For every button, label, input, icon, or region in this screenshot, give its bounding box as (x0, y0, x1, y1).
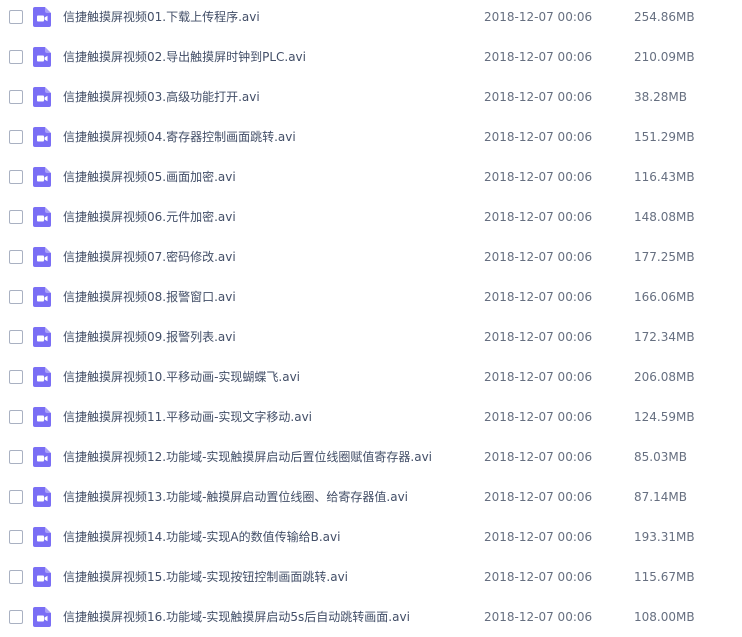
video-file-icon (33, 7, 51, 27)
file-row[interactable]: 信捷触摸屏视频12.功能域-实现触摸屏启动后置位线圈赋值寄存器.avi 2018-… (0, 437, 742, 477)
file-size: 210.09MB (634, 50, 695, 64)
video-file-icon (33, 487, 51, 507)
video-file-icon (33, 607, 51, 627)
file-name-link[interactable]: 信捷触摸屏视频12.功能域-实现触摸屏启动后置位线圈赋值寄存器.avi (63, 450, 432, 464)
file-modified-date: 2018-12-07 00:06 (484, 610, 593, 624)
file-modified-date: 2018-12-07 00:06 (484, 570, 593, 584)
video-file-icon (33, 367, 51, 387)
video-file-icon (33, 167, 51, 187)
file-row[interactable]: 信捷触摸屏视频04.寄存器控制画面跳转.avi 2018-12-07 00:06 1… (0, 117, 742, 157)
row-checkbox[interactable] (9, 530, 23, 544)
file-name-link[interactable]: 信捷触摸屏视频10.平移动画-实现蝴蝶飞.avi (63, 370, 300, 384)
file-row[interactable]: 信捷触摸屏视频02.导出触摸屏时钟到PLC.avi 2018-12-07 00:0… (0, 37, 742, 77)
row-checkbox[interactable] (9, 10, 23, 24)
video-file-icon (33, 447, 51, 467)
video-file-icon (33, 527, 51, 547)
file-row[interactable]: 信捷触摸屏视频01.下载上传程序.avi 2018-12-07 00:06 254.… (0, 0, 742, 37)
file-size: 87.14MB (634, 490, 687, 504)
file-name-link[interactable]: 信捷触摸屏视频08.报警窗口.avi (63, 290, 236, 304)
file-size: 172.34MB (634, 330, 695, 344)
file-list: 信捷触摸屏视频01.下载上传程序.avi 2018-12-07 00:06 254.… (0, 0, 742, 631)
file-modified-date: 2018-12-07 00:06 (484, 210, 593, 224)
file-row[interactable]: 信捷触摸屏视频09.报警列表.avi 2018-12-07 00:06 172.34… (0, 317, 742, 357)
file-row[interactable]: 信捷触摸屏视频08.报警窗口.avi 2018-12-07 00:06 166.06… (0, 277, 742, 317)
file-row[interactable]: 信捷触摸屏视频07.密码修改.avi 2018-12-07 00:06 177.25… (0, 237, 742, 277)
file-modified-date: 2018-12-07 00:06 (484, 130, 593, 144)
file-size: 206.08MB (634, 370, 695, 384)
row-checkbox[interactable] (9, 450, 23, 464)
file-size: 193.31MB (634, 530, 695, 544)
file-size: 115.67MB (634, 570, 695, 584)
file-size: 166.06MB (634, 290, 695, 304)
video-file-icon (33, 407, 51, 427)
file-row[interactable]: 信捷触摸屏视频05.画面加密.avi 2018-12-07 00:06 116.43… (0, 157, 742, 197)
file-name-link[interactable]: 信捷触摸屏视频16.功能域-实现触摸屏启动5s后自动跳转画面.avi (63, 610, 410, 624)
video-file-icon (33, 47, 51, 67)
file-name-link[interactable]: 信捷触摸屏视频03.高级功能打开.avi (63, 90, 260, 104)
file-size: 254.86MB (634, 10, 695, 24)
file-modified-date: 2018-12-07 00:06 (484, 90, 593, 104)
file-size: 85.03MB (634, 450, 687, 464)
file-size: 148.08MB (634, 210, 695, 224)
row-checkbox[interactable] (9, 250, 23, 264)
file-name-link[interactable]: 信捷触摸屏视频05.画面加密.avi (63, 170, 236, 184)
row-checkbox[interactable] (9, 290, 23, 304)
file-modified-date: 2018-12-07 00:06 (484, 410, 593, 424)
file-size: 38.28MB (634, 90, 687, 104)
file-modified-date: 2018-12-07 00:06 (484, 10, 593, 24)
file-name-link[interactable]: 信捷触摸屏视频01.下载上传程序.avi (63, 10, 260, 24)
file-row[interactable]: 信捷触摸屏视频06.元件加密.avi 2018-12-07 00:06 148.08… (0, 197, 742, 237)
file-row[interactable]: 信捷触摸屏视频16.功能域-实现触摸屏启动5s后自动跳转画面.avi 2018-1… (0, 597, 742, 637)
row-checkbox[interactable] (9, 210, 23, 224)
file-row[interactable]: 信捷触摸屏视频03.高级功能打开.avi 2018-12-07 00:06 38.2… (0, 77, 742, 117)
file-size: 116.43MB (634, 170, 695, 184)
file-modified-date: 2018-12-07 00:06 (484, 50, 593, 64)
file-modified-date: 2018-12-07 00:06 (484, 370, 593, 384)
file-modified-date: 2018-12-07 00:06 (484, 250, 593, 264)
row-checkbox[interactable] (9, 50, 23, 64)
file-modified-date: 2018-12-07 00:06 (484, 170, 593, 184)
file-row[interactable]: 信捷触摸屏视频11.平移动画-实现文字移动.avi 2018-12-07 00:0… (0, 397, 742, 437)
file-modified-date: 2018-12-07 00:06 (484, 450, 593, 464)
row-checkbox[interactable] (9, 610, 23, 624)
row-checkbox[interactable] (9, 490, 23, 504)
file-modified-date: 2018-12-07 00:06 (484, 330, 593, 344)
video-file-icon (33, 247, 51, 267)
file-modified-date: 2018-12-07 00:06 (484, 490, 593, 504)
file-name-link[interactable]: 信捷触摸屏视频07.密码修改.avi (63, 250, 236, 264)
file-row[interactable]: 信捷触摸屏视频10.平移动画-实现蝴蝶飞.avi 2018-12-07 00:06… (0, 357, 742, 397)
file-row[interactable]: 信捷触摸屏视频15.功能域-实现按钮控制画面跳转.avi 2018-12-07 0… (0, 557, 742, 597)
file-name-link[interactable]: 信捷触摸屏视频06.元件加密.avi (63, 210, 236, 224)
file-modified-date: 2018-12-07 00:06 (484, 530, 593, 544)
video-file-icon (33, 87, 51, 107)
row-checkbox[interactable] (9, 570, 23, 584)
video-file-icon (33, 127, 51, 147)
file-row[interactable]: 信捷触摸屏视频14.功能域-实现A的数值传输给B.avi 2018-12-07 0… (0, 517, 742, 557)
row-checkbox[interactable] (9, 130, 23, 144)
video-file-icon (33, 287, 51, 307)
file-name-link[interactable]: 信捷触摸屏视频04.寄存器控制画面跳转.avi (63, 130, 296, 144)
video-file-icon (33, 567, 51, 587)
row-checkbox[interactable] (9, 370, 23, 384)
file-name-link[interactable]: 信捷触摸屏视频11.平移动画-实现文字移动.avi (63, 410, 312, 424)
file-size: 108.00MB (634, 610, 695, 624)
file-size: 124.59MB (634, 410, 695, 424)
video-file-icon (33, 327, 51, 347)
file-name-link[interactable]: 信捷触摸屏视频15.功能域-实现按钮控制画面跳转.avi (63, 570, 348, 584)
file-modified-date: 2018-12-07 00:06 (484, 290, 593, 304)
file-name-link[interactable]: 信捷触摸屏视频14.功能域-实现A的数值传输给B.avi (63, 530, 340, 544)
file-row[interactable]: 信捷触摸屏视频13.功能域-触摸屏启动置位线圈、给寄存器值.avi 2018-12… (0, 477, 742, 517)
row-checkbox[interactable] (9, 170, 23, 184)
file-name-link[interactable]: 信捷触摸屏视频09.报警列表.avi (63, 330, 236, 344)
file-name-link[interactable]: 信捷触摸屏视频13.功能域-触摸屏启动置位线圈、给寄存器值.avi (63, 490, 408, 504)
video-file-icon (33, 207, 51, 227)
file-size: 177.25MB (634, 250, 695, 264)
row-checkbox[interactable] (9, 90, 23, 104)
row-checkbox[interactable] (9, 410, 23, 424)
file-name-link[interactable]: 信捷触摸屏视频02.导出触摸屏时钟到PLC.avi (63, 50, 306, 64)
row-checkbox[interactable] (9, 330, 23, 344)
file-size: 151.29MB (634, 130, 695, 144)
